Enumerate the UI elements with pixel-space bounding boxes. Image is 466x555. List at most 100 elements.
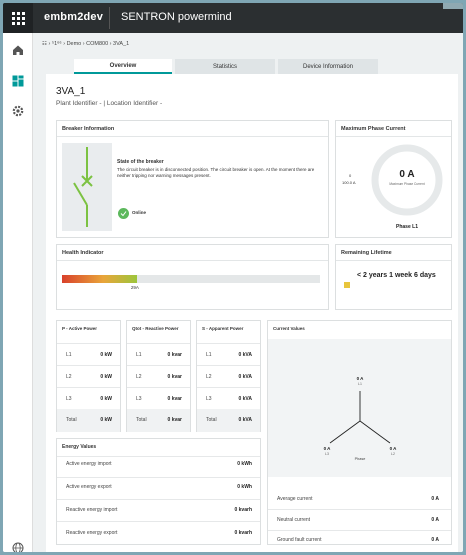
device-title: 3VA_1 <box>56 86 86 97</box>
row-label: Reactive energy import <box>66 507 118 513</box>
card-title: Qtot - Reactive Power <box>132 326 179 331</box>
phasor-l3-value: 0 A <box>323 446 331 451</box>
row-label: L3 <box>206 396 212 402</box>
gauge-scale-max: 100.0 A <box>342 180 356 185</box>
row-value: 0 A <box>431 537 439 543</box>
row-label: Reactive energy export <box>66 530 118 536</box>
row-value: 0 A <box>431 496 439 502</box>
tab-overview[interactable]: Overview <box>74 59 172 74</box>
row-label: L2 <box>206 374 212 380</box>
row-label: L3 <box>66 396 72 402</box>
row-label: Total <box>206 417 217 423</box>
remaining-lifetime-card: Remaining Lifetime < 2 years 1 week 6 da… <box>335 244 452 310</box>
row-value: 0 kW <box>100 396 112 402</box>
breadcrumb[interactable]: ☷ › ⁵1⁶⁶ › Demo › COM800 › 3VA_1 <box>42 41 129 47</box>
card-title: Maximum Phase Current <box>341 126 406 132</box>
row-value: 0 kvar <box>167 396 182 402</box>
row-value: 0 kvar <box>167 352 182 358</box>
row-label: Active energy import <box>66 461 112 467</box>
dashboard-icon[interactable] <box>11 74 25 88</box>
phasor-l1-value: 0 A <box>356 376 364 381</box>
product-name: SENTRON powermind <box>121 11 232 23</box>
app-launcher-button[interactable] <box>3 3 33 33</box>
row-label: Average current <box>277 496 313 502</box>
row-value: 0 kW <box>100 417 112 423</box>
row-label: Neutral current <box>277 517 311 523</box>
card-title: Health Indicator <box>62 250 104 256</box>
max-phase-value: 0 A <box>399 169 415 180</box>
row-label: Ground fault current <box>277 537 322 543</box>
phasor-diagram: 0 A L1 0 A L3 0 A L2 Phase <box>268 339 451 477</box>
row-value: 0 kVA <box>238 396 252 402</box>
lifetime-value: < 2 years 1 week 6 days <box>357 272 436 279</box>
health-indicator-card: Health Indicator 29A <box>56 244 329 310</box>
maximum-phase-current-card: Maximum Phase Current 0 A Maximum Phase … <box>335 120 452 238</box>
tab-statistics[interactable]: Statistics <box>175 59 275 74</box>
card-title: Energy Values <box>62 444 97 450</box>
row-value: 0 kW <box>100 352 112 358</box>
row-value: 0 kvarh <box>234 507 252 513</box>
online-status-icon <box>118 208 129 219</box>
phasor-l2-label: L2 <box>391 452 395 456</box>
gear-icon[interactable] <box>11 104 25 118</box>
row-value: 0 kvar <box>167 417 182 423</box>
lifetime-status-icon <box>344 282 350 288</box>
phasor-l2-value: 0 A <box>389 446 397 451</box>
card-title: Remaining Lifetime <box>341 250 392 256</box>
row-label: Total <box>136 417 147 423</box>
row-label: L2 <box>136 374 142 380</box>
header-divider <box>109 7 110 29</box>
card-title: Breaker Information <box>62 126 115 132</box>
tab-bar: Overview Statistics Device Information <box>74 59 381 74</box>
row-value: 0 kWh <box>237 461 252 467</box>
tab-device-information[interactable]: Device Information <box>278 59 378 74</box>
phasor-l1-label: L1 <box>358 382 362 386</box>
row-value: 0 kvarh <box>234 530 252 536</box>
card-title: S - Apparent Power <box>202 326 244 331</box>
reactive-power-card: Qtot - Reactive Power L1 0 kvar L2 0 kva… <box>126 320 191 432</box>
overview-panel: 3VA_1 Plant Identifier - | Location Iden… <box>46 74 458 552</box>
row-label: Total <box>66 417 77 423</box>
card-title: P - Active Power <box>62 326 98 331</box>
health-bar-fill <box>62 275 137 283</box>
phasor-l3-label: L3 <box>325 452 329 456</box>
online-status-label: Online <box>132 210 147 215</box>
apparent-power-card: S - Apparent Power L1 0 kVA L2 0 kVA L3 … <box>196 320 261 432</box>
row-label: Active energy export <box>66 484 112 490</box>
device-subtitle: Plant Identifier - | Location Identifier… <box>56 100 163 107</box>
row-label: L1 <box>136 352 142 358</box>
health-value-label: 29A <box>130 285 139 290</box>
gauge-scale-min: 0 <box>349 173 352 178</box>
breaker-state-text: The circuit breaker is in disconnected p… <box>117 167 315 178</box>
breaker-diagram-icon <box>73 147 93 227</box>
breaker-state-title: State of the breaker <box>117 159 164 165</box>
main-area: ☷ › ⁵1⁶⁶ › Demo › COM800 › 3VA_1 Overvie… <box>34 33 463 552</box>
row-value: 0 kVA <box>238 417 252 423</box>
row-label: L1 <box>66 352 72 358</box>
phase-label: Phase L1 <box>396 224 418 230</box>
sidebar <box>3 33 33 552</box>
home-icon[interactable] <box>11 43 25 57</box>
current-values-card: Current Values 0 A L1 0 A L3 0 A L2 Phas… <box>267 320 452 545</box>
gauge-caption: Maximum Phase Current <box>389 182 425 186</box>
row-label: L3 <box>136 396 142 402</box>
energy-values-card: Energy Values Active energy import 0 kWh… <box>56 438 261 545</box>
row-value: 0 kVA <box>238 352 252 358</box>
row-value: 0 kWh <box>237 484 252 490</box>
row-value: 0 kvar <box>167 374 182 380</box>
app-window: embm2dev SENTRON powermind ☷ › ⁵1⁶⁶ › De… <box>3 3 463 552</box>
active-power-card: P - Active Power L1 0 kW L2 0 kW L3 0 kW… <box>56 320 121 432</box>
row-value: 0 kVA <box>238 374 252 380</box>
row-value: 0 kW <box>100 374 112 380</box>
window-corner <box>443 3 463 9</box>
row-label: L2 <box>66 374 72 380</box>
phase-current-gauge <box>371 144 443 216</box>
app-name: embm2dev <box>44 11 104 23</box>
breaker-information-card: Breaker Information State of the breaker… <box>56 120 329 238</box>
row-label: L1 <box>206 352 212 358</box>
globe-icon[interactable] <box>11 541 25 552</box>
health-bar-track <box>62 275 320 283</box>
row-value: 0 A <box>431 517 439 523</box>
card-title: Current Values <box>273 326 305 331</box>
phasor-axis-label: Phase <box>354 457 366 461</box>
